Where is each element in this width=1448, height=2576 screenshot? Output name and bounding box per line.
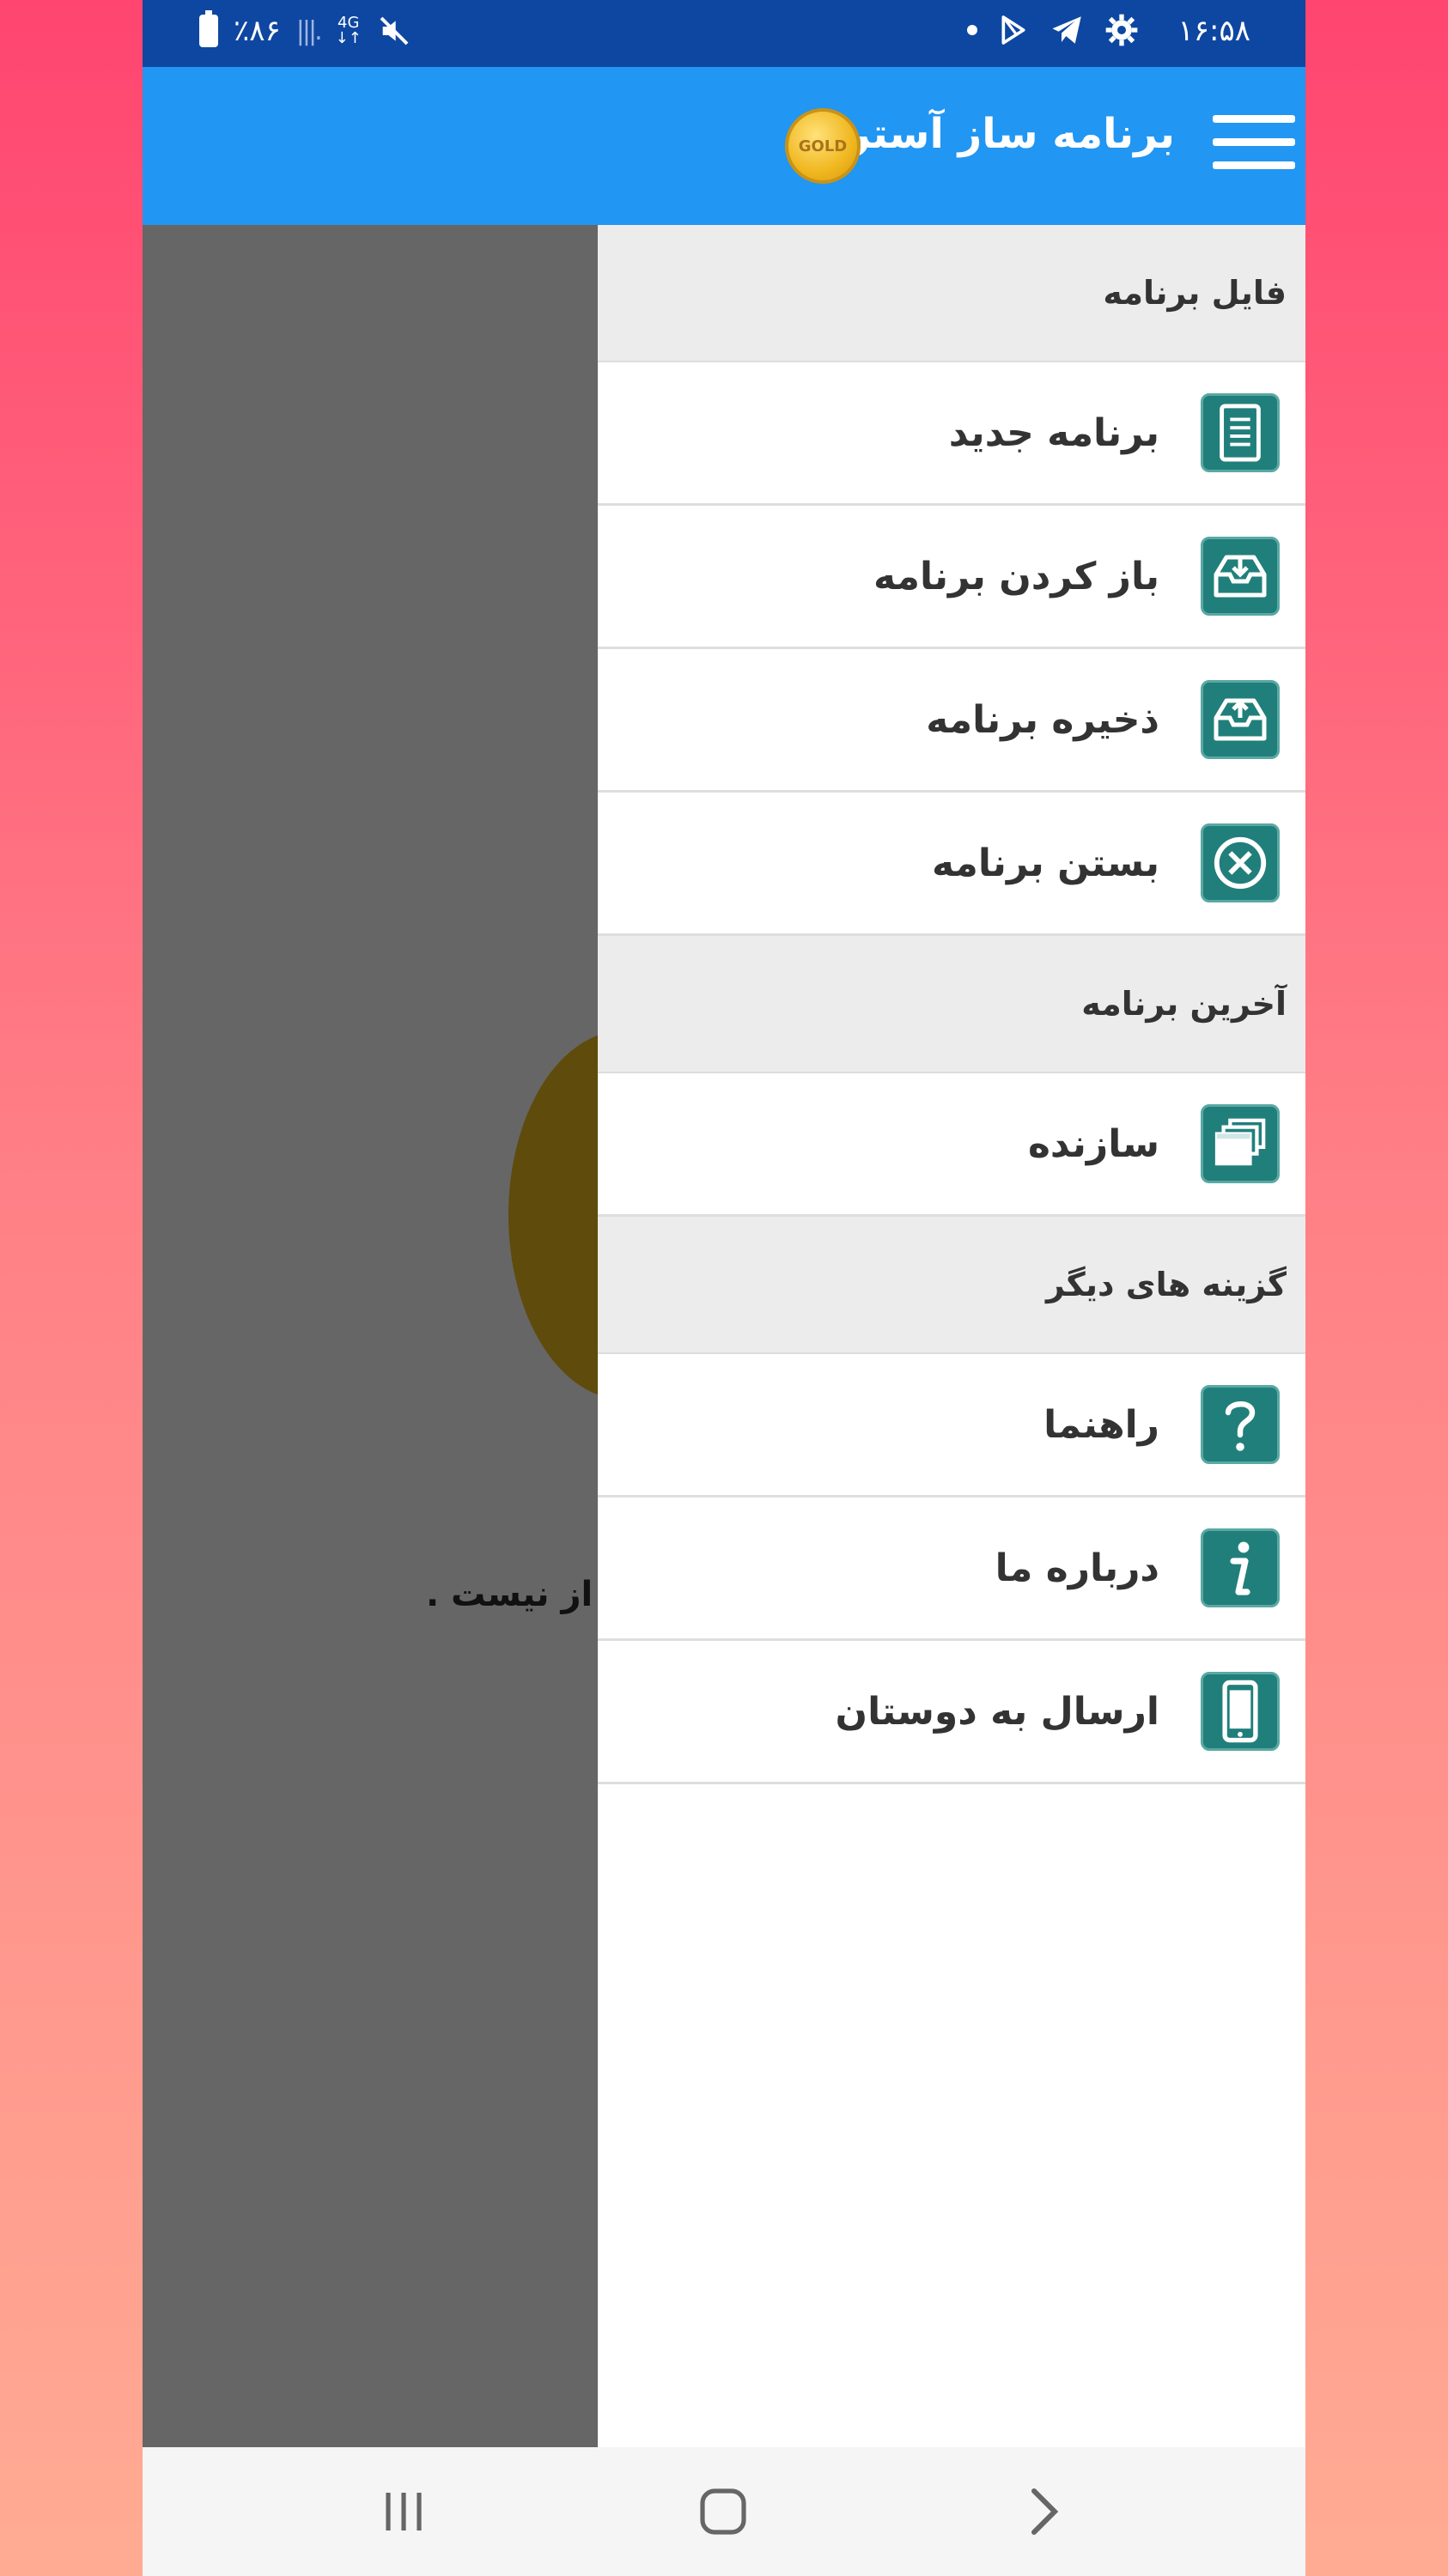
back-button[interactable]: [1010, 2482, 1079, 2542]
inbox-upload-icon: [1201, 680, 1280, 759]
home-icon: [700, 2488, 746, 2535]
menu-item-close-program[interactable]: بستن برنامه: [598, 793, 1305, 936]
status-time: ۱۶:۵۸: [1177, 14, 1250, 48]
home-button[interactable]: [689, 2482, 757, 2542]
menu-item-label: برنامه جدید: [948, 410, 1159, 455]
menu-item-label: بستن برنامه: [931, 841, 1159, 885]
app-title: برنامه ساز آسترا: [832, 110, 1175, 158]
section-header-recent-program: آخرین برنامه: [598, 936, 1305, 1073]
menu-item-builder[interactable]: سازنده: [598, 1073, 1305, 1217]
recent-apps-button[interactable]: [369, 2482, 438, 2542]
stacked-windows-icon: [1201, 1104, 1280, 1183]
app-bar: برنامه ساز آسترا GOLD: [143, 67, 1305, 225]
menu-item-label: راهنما: [1043, 1402, 1159, 1447]
gold-badge: GOLD: [785, 108, 861, 184]
phone-screen: ٪۸۶ |||. 4G ↓↑ ۱۶:۵۸ برنامه ساز آسترا GO…: [143, 0, 1305, 2576]
hamburger-menu-icon[interactable]: [1213, 115, 1295, 177]
menu-item-open-program[interactable]: باز کردن برنامه: [598, 506, 1305, 649]
menu-item-save-program[interactable]: ذخیره برنامه: [598, 649, 1305, 793]
question-icon: [1201, 1385, 1280, 1464]
status-bar: ٪۸۶ |||. 4G ↓↑ ۱۶:۵۸: [143, 0, 1305, 67]
navigation-drawer: فایل برنامه برنامه جدید باز کردن برنامه: [598, 225, 1305, 2447]
document-icon: [1201, 393, 1280, 472]
status-left: ٪۸۶ |||. 4G ↓↑: [199, 10, 411, 48]
menu-item-label: سازنده: [1027, 1121, 1159, 1166]
chevron-right-icon: [1031, 2488, 1059, 2535]
section-header-other-options: گزینه های دیگر: [598, 1217, 1305, 1354]
gold-badge-label: GOLD: [798, 137, 848, 155]
menu-item-label: باز کردن برنامه: [873, 554, 1159, 598]
menu-item-about-us[interactable]: درباره ما: [598, 1498, 1305, 1641]
dot-icon: [967, 25, 977, 35]
battery-icon: [199, 10, 218, 47]
battery-level: ٪۸۶: [234, 14, 281, 48]
signal-icon: |||.: [295, 15, 323, 46]
section-header-program-file: فایل برنامه: [598, 225, 1305, 362]
menu-item-label: درباره ما: [995, 1546, 1159, 1590]
telegram-icon: [1052, 16, 1081, 44]
recent-apps-icon: [386, 2493, 422, 2530]
inbox-download-icon: [1201, 537, 1280, 616]
background-message: از نیست .: [426, 1575, 593, 1614]
status-notification-icons: [967, 12, 1139, 48]
settings-gear-icon: [1105, 14, 1138, 46]
menu-item-share-with-friends[interactable]: ارسال به دوستان: [598, 1641, 1305, 1784]
menu-item-help[interactable]: راهنما: [598, 1354, 1305, 1498]
dimmed-overlay[interactable]: از نیست .: [143, 225, 598, 2447]
mute-icon: [380, 16, 409, 46]
play-store-icon: [1001, 15, 1025, 45]
network-type: 4G ↓↑: [335, 14, 362, 47]
phone-icon: [1201, 1672, 1280, 1751]
system-navigation-bar: [143, 2447, 1305, 2576]
menu-item-label: ذخیره برنامه: [926, 697, 1159, 742]
menu-item-label: ارسال به دوستان: [835, 1689, 1159, 1734]
close-circle-icon: [1201, 823, 1280, 902]
menu-item-new-program[interactable]: برنامه جدید: [598, 362, 1305, 506]
info-icon: [1201, 1528, 1280, 1607]
